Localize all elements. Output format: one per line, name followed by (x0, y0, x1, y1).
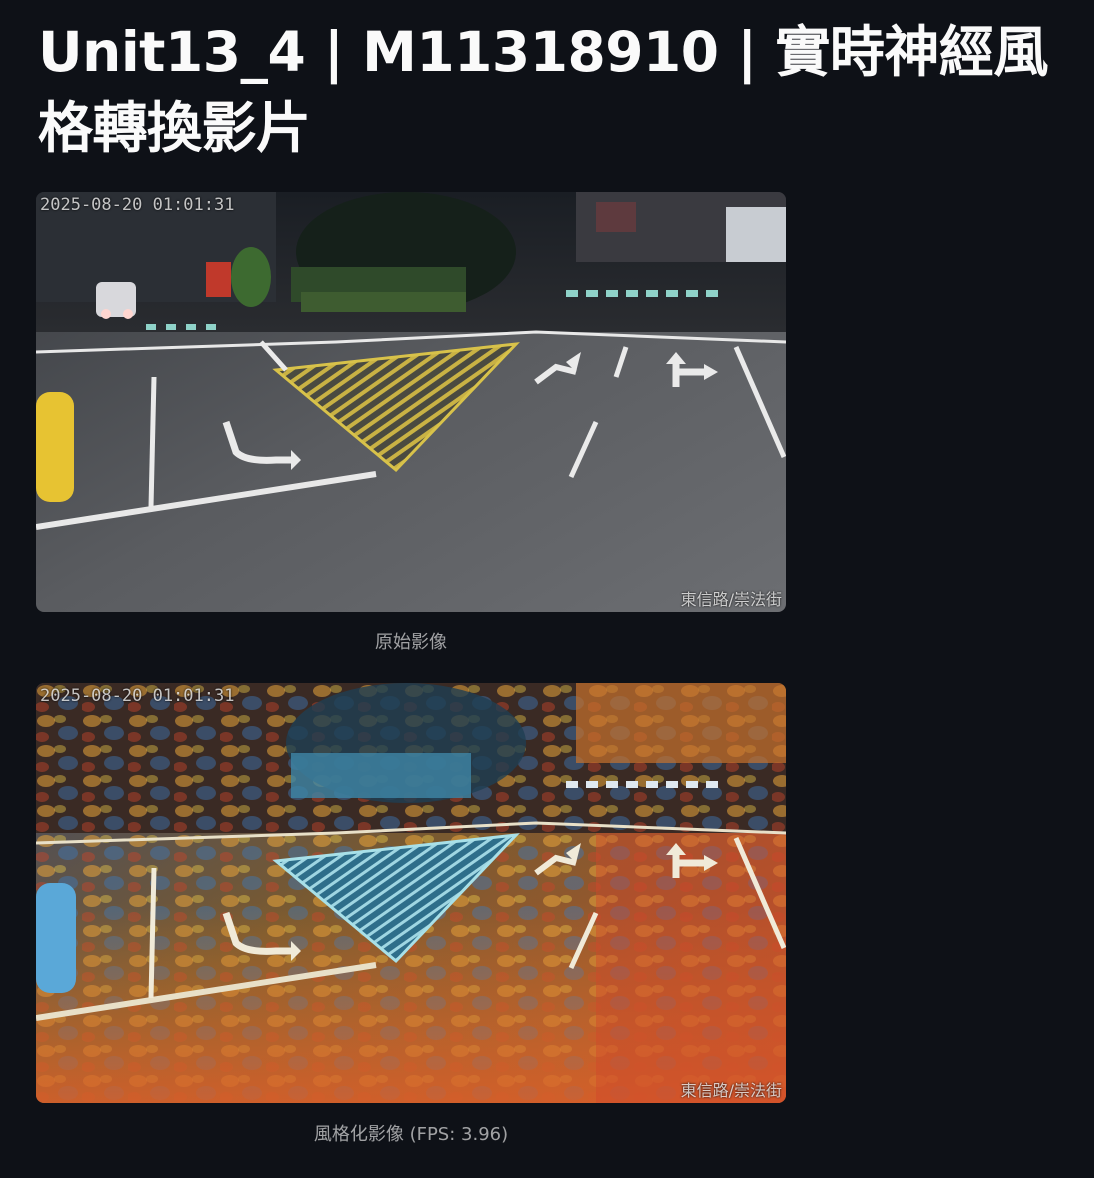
location-overlay: 東信路/崇法街 (680, 590, 782, 609)
stylized-frame-caption: 風格化影像 (FPS: 3.96) (313, 1124, 509, 1145)
original-frame-image (36, 192, 786, 612)
stylized-video-frame: 2025-08-20 01:01:31 東信路/崇法街 (36, 683, 786, 1103)
original-frame-caption: 原始影像 (375, 632, 447, 653)
timestamp-overlay: 2025-08-20 01:01:31 (40, 686, 235, 706)
original-video-frame: 2025-08-20 01:01:31 東信路/崇法街 (36, 192, 786, 612)
timestamp-overlay: 2025-08-20 01:01:31 (40, 195, 235, 215)
location-overlay: 東信路/崇法街 (680, 1081, 782, 1100)
stylized-frame-image (36, 683, 786, 1103)
page-title: Unit13_4 | M11318910 | 實時神經風格轉換影片 (38, 20, 1048, 160)
